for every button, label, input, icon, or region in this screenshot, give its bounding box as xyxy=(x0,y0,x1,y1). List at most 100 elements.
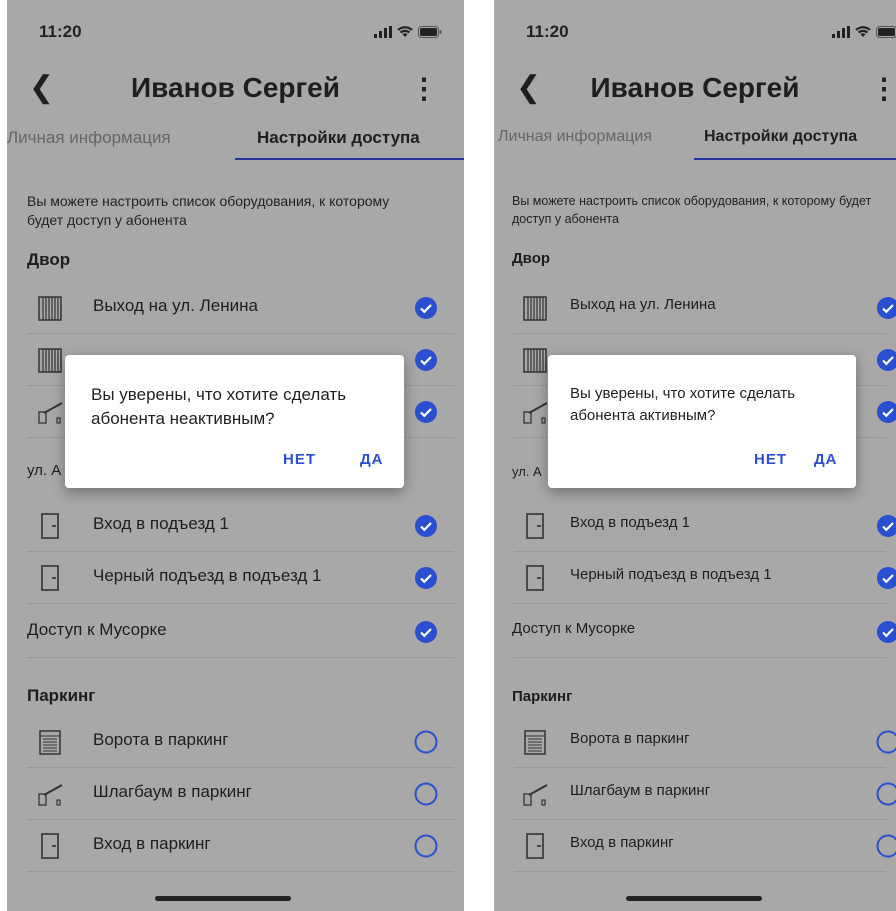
active-tab-indicator xyxy=(235,158,464,160)
list-item[interactable]: Вход в подъезд 1 xyxy=(494,500,896,552)
tab-access-settings[interactable]: Настройки доступа xyxy=(704,128,857,146)
checked-icon[interactable] xyxy=(876,620,896,644)
divider xyxy=(27,603,454,604)
garage-door-icon xyxy=(39,730,61,755)
checked-icon[interactable] xyxy=(876,566,896,590)
more-options-icon[interactable]: ⋮ xyxy=(870,72,896,105)
barrier-icon xyxy=(523,402,548,424)
item-label: Ворота в паркинг xyxy=(93,730,229,749)
dialog-no-button[interactable]: НЕТ xyxy=(754,451,787,468)
unchecked-icon[interactable] xyxy=(876,782,896,806)
section-street: ул. А xyxy=(512,464,542,479)
list-item[interactable]: Черный подъезд в подъезд 1 xyxy=(494,552,896,604)
status-icons xyxy=(832,26,896,38)
list-item[interactable]: Доступ к Мусорке xyxy=(7,606,464,658)
wifi-icon xyxy=(397,26,413,37)
unchecked-icon[interactable] xyxy=(414,730,438,754)
section-yard: Двор xyxy=(27,250,71,269)
checked-icon[interactable] xyxy=(876,348,896,372)
phone-screen-2: 11:20 ❮ Иванов Сергей ⋮ Личная информаци… xyxy=(494,0,896,911)
page-title: Иванов Сергей xyxy=(131,72,340,103)
item-label: Выход на ул. Ленина xyxy=(570,296,716,313)
divider xyxy=(27,871,454,872)
list-item[interactable]: Вход в паркинг xyxy=(494,820,896,872)
cellular-signal-icon xyxy=(374,26,392,38)
cellular-signal-icon xyxy=(832,26,850,38)
door-icon xyxy=(41,513,59,539)
garage-door-icon xyxy=(524,730,546,755)
list-item[interactable]: Черный подъезд в подъезд 1 xyxy=(7,552,464,604)
list-item[interactable]: Шлагбаум в паркинг xyxy=(494,768,896,820)
barrier-icon xyxy=(523,784,548,806)
item-label: Вход в подъезд 1 xyxy=(570,514,690,531)
status-bar: 11:20 xyxy=(494,0,896,62)
door-icon xyxy=(41,833,59,859)
item-label: Вход в подъезд 1 xyxy=(93,514,229,533)
unchecked-icon[interactable] xyxy=(414,834,438,858)
access-description: Вы можете настроить список оборудования,… xyxy=(512,194,872,226)
door-icon xyxy=(526,833,544,859)
barrier-icon xyxy=(38,784,63,806)
checked-icon[interactable] xyxy=(876,400,896,424)
gate-icon xyxy=(38,348,62,373)
list-item[interactable]: Выход на ул. Ленина xyxy=(494,282,896,334)
checked-icon[interactable] xyxy=(876,514,896,538)
checked-icon[interactable] xyxy=(414,514,438,538)
list-item[interactable]: Ворота в паркинг xyxy=(7,716,464,768)
section-parking: Паркинг xyxy=(512,688,573,705)
more-options-icon[interactable]: ⋮ xyxy=(410,72,438,105)
status-time: 11:20 xyxy=(526,22,569,41)
list-item[interactable]: Доступ к Мусорке xyxy=(494,606,896,658)
checked-icon[interactable] xyxy=(414,348,438,372)
divider xyxy=(514,657,886,658)
item-label: Доступ к Мусорке xyxy=(512,620,636,637)
status-bar: 11:20 xyxy=(7,0,464,62)
divider xyxy=(27,657,454,658)
wifi-icon xyxy=(855,26,871,37)
barrier-icon xyxy=(38,402,63,424)
checked-icon[interactable] xyxy=(414,400,438,424)
door-icon xyxy=(41,565,59,591)
section-street: ул. А xyxy=(27,462,62,479)
door-icon xyxy=(526,513,544,539)
item-label: Черный подъезд в подъезд 1 xyxy=(570,566,772,583)
divider xyxy=(514,603,886,604)
home-indicator[interactable] xyxy=(155,896,291,901)
navigation-bar: ❮ Иванов Сергей ⋮ xyxy=(7,66,464,114)
checked-icon[interactable] xyxy=(414,566,438,590)
tab-personal-info[interactable]: Личная информация xyxy=(498,128,652,146)
list-item[interactable]: Вход в паркинг xyxy=(7,820,464,872)
item-label: Вход в паркинг xyxy=(570,834,674,851)
home-indicator[interactable] xyxy=(626,896,762,901)
section-yard: Двор xyxy=(512,250,551,267)
checked-icon[interactable] xyxy=(414,620,438,644)
gate-icon xyxy=(38,296,62,321)
checked-icon[interactable] xyxy=(414,296,438,320)
dialog-yes-button[interactable]: ДА xyxy=(814,451,838,468)
dialog-no-button[interactable]: НЕТ xyxy=(283,451,316,468)
unchecked-icon[interactable] xyxy=(876,730,896,754)
unchecked-icon[interactable] xyxy=(876,834,896,858)
checked-icon[interactable] xyxy=(876,296,896,320)
battery-icon xyxy=(418,26,442,38)
navigation-bar: ❮ Иванов Сергей ⋮ xyxy=(494,66,896,114)
tab-access-settings[interactable]: Настройки доступа xyxy=(257,128,420,148)
gate-icon xyxy=(523,296,547,321)
list-item[interactable]: Шлагбаум в паркинг xyxy=(7,768,464,820)
list-item[interactable]: Вход в подъезд 1 xyxy=(7,500,464,552)
dialog-yes-button[interactable]: ДА xyxy=(360,451,384,468)
item-label: Вход в паркинг xyxy=(93,834,211,853)
page-title: Иванов Сергей xyxy=(590,72,800,103)
status-time: 11:20 xyxy=(39,22,82,41)
tab-personal-info[interactable]: Личная информация xyxy=(7,128,171,148)
gate-icon xyxy=(523,348,547,373)
item-label: Ворота в паркинг xyxy=(570,730,690,747)
tab-bar: Личная информация Настройки доступа xyxy=(7,128,464,162)
confirmation-dialog: Вы уверены, что хотите сделать абонента … xyxy=(548,355,856,488)
unchecked-icon[interactable] xyxy=(414,782,438,806)
item-label: Шлагбаум в паркинг xyxy=(570,782,711,799)
battery-icon xyxy=(876,26,896,38)
list-item[interactable]: Ворота в паркинг xyxy=(494,716,896,768)
list-item[interactable]: Выход на ул. Ленина xyxy=(7,282,464,334)
door-icon xyxy=(526,565,544,591)
